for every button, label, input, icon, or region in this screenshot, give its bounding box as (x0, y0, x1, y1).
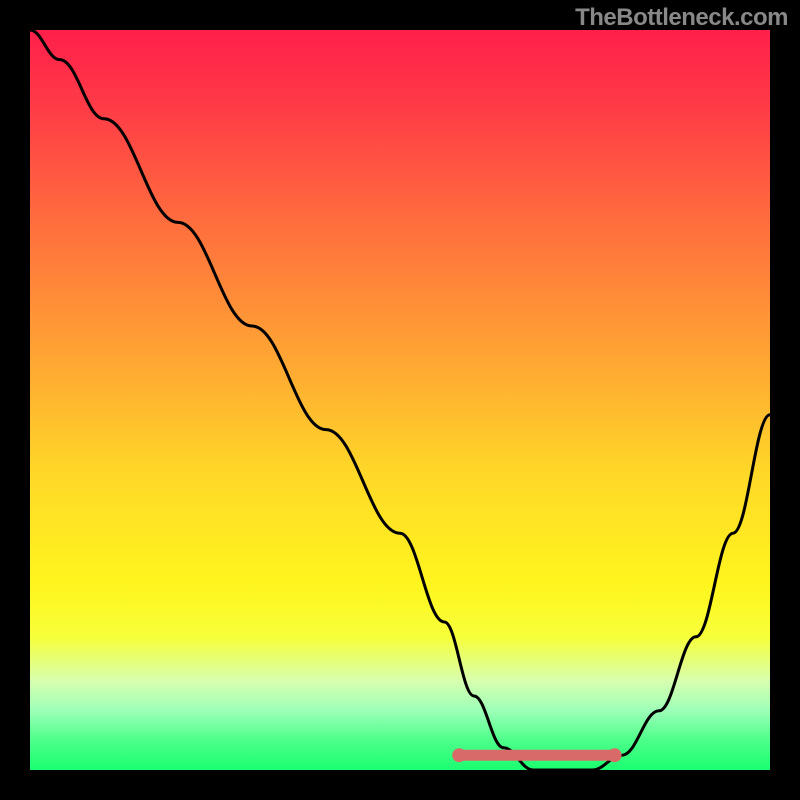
plot-area (30, 30, 770, 770)
flat-region-marker-dot (452, 748, 466, 762)
flat-region-marker-dot (608, 748, 622, 762)
plot-frame (30, 30, 770, 770)
chart-container: TheBottleneck.com (0, 0, 800, 800)
bottleneck-curve (30, 30, 770, 770)
watermark-text: TheBottleneck.com (575, 4, 788, 32)
chart-svg (30, 30, 770, 770)
